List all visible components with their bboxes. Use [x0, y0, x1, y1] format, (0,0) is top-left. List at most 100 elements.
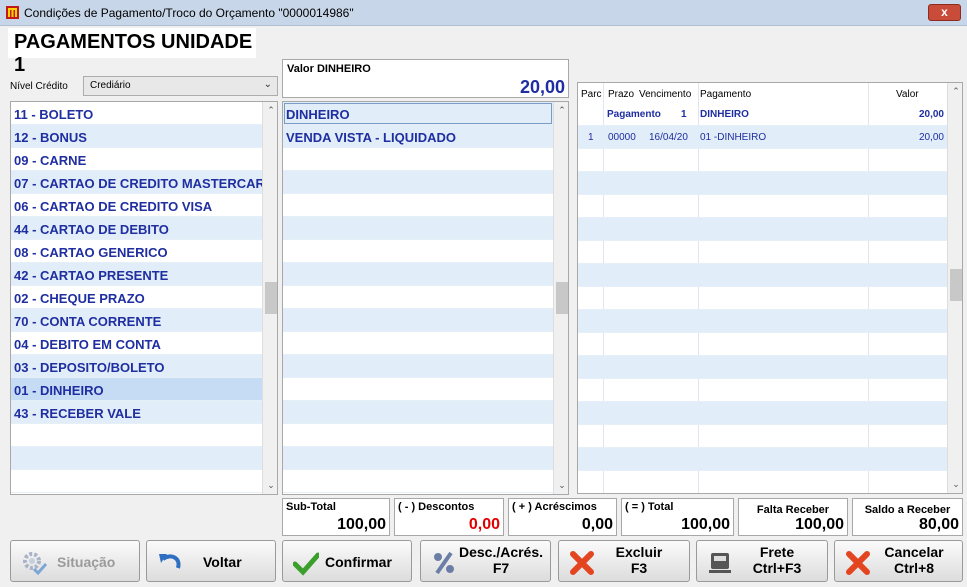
condition-empty-row[interactable] [283, 378, 553, 401]
cell-valor: 20,00 [918, 132, 944, 143]
table-empty-row[interactable] [578, 218, 948, 241]
payment-type-item[interactable]: 42 - CARTAO PRESENTE [11, 263, 262, 286]
scroll-thumb[interactable] [950, 269, 962, 301]
payment-type-item[interactable]: 08 - CARTAO GENERICO [11, 240, 262, 263]
scroll-up-icon[interactable]: ⌃ [263, 102, 277, 119]
voltar-button[interactable]: Voltar [146, 540, 276, 582]
table-empty-row[interactable] [578, 356, 948, 379]
condition-empty-row[interactable] [283, 194, 553, 217]
condition-empty-row[interactable] [283, 424, 553, 447]
situacao-button[interactable]: Situação [10, 540, 140, 582]
table-empty-row[interactable] [578, 425, 948, 448]
condition-empty-row[interactable] [283, 171, 553, 194]
payment-type-item[interactable]: 01 - DINHEIRO [11, 378, 262, 401]
condition-item[interactable]: VENDA VISTA - LIQUIDADO [283, 125, 553, 148]
condition-empty-row[interactable] [283, 263, 553, 286]
table-group-row[interactable]: Pagamento 1 DINHEIRO 20,00 [578, 103, 948, 126]
payment-type-item[interactable]: 07 - CARTAO DE CREDITO MASTERCARD [11, 171, 262, 194]
payment-type-item[interactable]: 12 - BONUS [11, 125, 262, 148]
payment-type-item[interactable]: 02 - CHEQUE PRAZO [11, 286, 262, 309]
table-empty-row[interactable] [578, 287, 948, 310]
condition-scrollbar[interactable]: ⌃ ⌄ [553, 102, 568, 494]
col-vencimento: Vencimento [639, 89, 692, 100]
condition-empty-row[interactable] [283, 217, 553, 240]
table-empty-row[interactable] [578, 471, 948, 493]
scroll-up-icon[interactable]: ⌃ [554, 102, 568, 119]
close-button[interactable]: x [928, 4, 961, 21]
excluir-button[interactable]: Excluir F3 [558, 540, 690, 582]
confirmar-label: Confirmar [325, 554, 392, 570]
cancelar-button[interactable]: Cancelar Ctrl+8 [834, 540, 963, 582]
condition-empty-row[interactable] [283, 332, 553, 355]
table-empty-row[interactable] [578, 241, 948, 264]
table-row[interactable]: 1 00000 16/04/20 01 -DINHEIRO 20,00 [578, 126, 948, 149]
payment-type-list[interactable]: 11 - BOLETO 12 - BONUS 09 - CARNE 07 - CART… [10, 101, 278, 495]
condition-empty-row[interactable] [283, 148, 553, 171]
payment-type-item[interactable]: 44 - CARTAO DE DEBITO [11, 217, 262, 240]
condition-list[interactable]: DINHEIRO VENDA VISTA - LIQUIDADO ⌃ ⌄ [282, 101, 569, 495]
condition-empty-row[interactable] [283, 240, 553, 263]
descontos-label: ( - ) Descontos [398, 501, 475, 513]
scroll-thumb[interactable] [265, 282, 277, 314]
table-empty-row[interactable] [578, 149, 948, 172]
valor-amount[interactable]: 20,00 [520, 77, 565, 98]
frete-label: Frete Ctrl+F3 [727, 544, 827, 576]
payment-type-empty-row[interactable] [11, 470, 262, 493]
table-empty-row[interactable] [578, 333, 948, 356]
cell-venc: 16/04/20 [649, 132, 688, 143]
condition-empty-row[interactable] [283, 286, 553, 309]
total-label: ( = ) Total [625, 501, 674, 513]
table-empty-row[interactable] [578, 310, 948, 333]
check-icon [293, 552, 319, 576]
acrescimos-label: ( + ) Acréscimos [512, 501, 597, 513]
payment-type-item[interactable]: 04 - DEBITO EM CONTA [11, 332, 262, 355]
desc-acres-button[interactable]: Desc./Acrés. F7 [420, 540, 551, 582]
payment-type-item[interactable]: 09 - CARNE [11, 148, 262, 171]
condition-empty-row[interactable] [283, 355, 553, 378]
scroll-thumb[interactable] [556, 282, 568, 314]
payment-type-scrollbar[interactable]: ⌃ ⌄ [262, 102, 277, 494]
condition-empty-row[interactable] [283, 470, 553, 493]
scroll-down-icon[interactable]: ⌄ [948, 476, 962, 493]
table-empty-row[interactable] [578, 379, 948, 402]
condition-empty-row[interactable] [283, 447, 553, 470]
scroll-down-icon[interactable]: ⌄ [263, 477, 277, 494]
group-valor: 20,00 [918, 109, 944, 120]
payment-type-empty-row[interactable] [11, 447, 262, 470]
table-empty-row[interactable] [578, 448, 948, 471]
scroll-up-icon[interactable]: ⌃ [948, 83, 962, 100]
falta-receber-box: Falta Receber 100,00 [738, 498, 848, 536]
table-empty-row[interactable] [578, 172, 948, 195]
table-empty-row[interactable] [578, 195, 948, 218]
payment-type-item[interactable]: 03 - DEPOSITO/BOLETO [11, 355, 262, 378]
payment-type-item[interactable]: 11 - BOLETO [11, 102, 262, 125]
payment-table[interactable]: Parc Prazo Vencimento Pagamento Valor Pa… [577, 82, 963, 494]
cancelar-label: Cancelar Ctrl+8 [865, 544, 963, 576]
frete-button[interactable]: Frete Ctrl+F3 [696, 540, 828, 582]
condition-rows: DINHEIRO VENDA VISTA - LIQUIDADO [283, 102, 553, 493]
payment-type-item[interactable]: 43 - RECEBER VALE [11, 401, 262, 424]
table-empty-row[interactable] [578, 264, 948, 287]
nivel-credito-select[interactable]: Crediário ⌄ [83, 76, 278, 96]
valor-label-text: Valor [287, 63, 314, 75]
valor-method: DINHEIRO [316, 63, 371, 75]
table-empty-row[interactable] [578, 402, 948, 425]
confirmar-button[interactable]: Confirmar [282, 540, 412, 582]
condition-empty-row[interactable] [283, 401, 553, 424]
chevron-down-icon: ⌄ [263, 79, 272, 90]
payment-type-item[interactable]: 06 - CARTAO DE CREDITO VISA [11, 194, 262, 217]
voltar-label: Voltar [203, 554, 242, 570]
condition-empty-row[interactable] [283, 309, 553, 332]
subtotal-value: 100,00 [337, 516, 386, 533]
payment-type-empty-row[interactable] [11, 424, 262, 447]
acrescimos-box: ( + ) Acréscimos 0,00 [508, 498, 617, 536]
descontos-value: 0,00 [468, 516, 500, 533]
payment-type-item[interactable]: 70 - CONTA CORRENTE [11, 309, 262, 332]
scroll-down-icon[interactable]: ⌄ [554, 477, 568, 494]
excluir-line2: F3 [630, 560, 648, 576]
cell-prazo: 00000 [608, 132, 636, 143]
table-scrollbar[interactable]: ⌃ ⌄ [947, 83, 962, 493]
desc-acres-line2: F7 [492, 560, 510, 576]
gear-check-icon [23, 552, 47, 576]
condition-item[interactable]: DINHEIRO [283, 102, 553, 125]
